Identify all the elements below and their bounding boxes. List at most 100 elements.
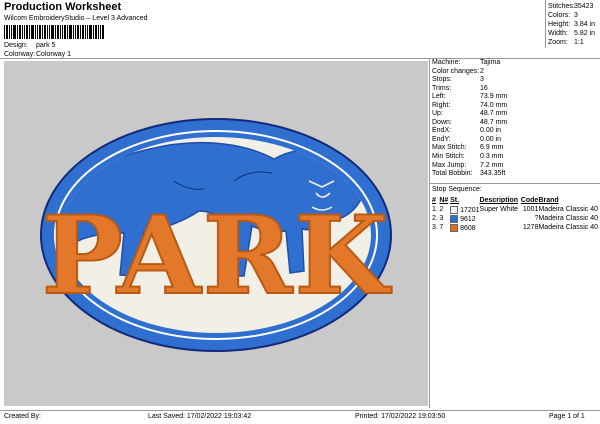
info-value: 73.9 mm — [480, 93, 508, 101]
cell-code: ? — [534, 215, 539, 222]
info-value: 6.9 mm — [480, 144, 504, 152]
summary-value: 1:1 — [574, 39, 584, 46]
info-value: 0.00 in — [480, 135, 502, 143]
stitch-count: 9612 — [460, 215, 476, 223]
software-name: Wilcom EmbroideryStudio – Level 3 Advanc… — [4, 15, 148, 22]
col-header: St. — [450, 197, 460, 204]
info-row: Left: 73.9 mm — [432, 93, 598, 102]
col-header: N# — [439, 197, 449, 204]
table-row: 2. 3 9612 ? Madeira Classic 40 — [432, 214, 598, 223]
col-header: Code — [520, 197, 539, 204]
table-row: 3. 7 8608 1278 Madeira Classic 40 — [432, 223, 598, 232]
summary-label: Height: — [548, 21, 571, 28]
info-row: Down: 48.7 mm — [432, 119, 598, 128]
info-value: 0.3 mm — [480, 153, 504, 161]
summary-row: Height: 3.84 in — [548, 20, 600, 29]
info-value: 2 — [480, 67, 484, 75]
info-value: 0.00 in — [480, 127, 502, 135]
info-row: EndX: 0.00 in — [432, 127, 598, 136]
cell-stitches: 8608 — [450, 223, 479, 232]
summary-value: 3 — [574, 12, 578, 19]
colorway-value: Colorway 1 — [36, 51, 72, 58]
summary-label: Stitches: — [548, 3, 575, 10]
design-label: Design: — [4, 42, 28, 49]
cell-stitches: 17201 — [450, 205, 480, 214]
park-lettering: PARK — [42, 193, 393, 319]
info-value: 7.2 mm — [480, 161, 504, 169]
info-label: Trims: — [432, 84, 452, 92]
info-label: EndY: — [432, 135, 451, 143]
info-label: Max Stitch: — [432, 144, 467, 152]
cell-stitches: 9612 — [450, 214, 479, 223]
info-label: EndX: — [432, 127, 452, 135]
summary-row: Width: 5.82 in — [548, 29, 600, 38]
info-row: EndY: 0.00 in — [432, 136, 598, 145]
info-row: Color changes: 2 — [432, 68, 598, 77]
barcode — [4, 25, 104, 39]
cell-brand: Madeira Classic 40 — [538, 215, 598, 222]
cell-code: 1278 — [522, 224, 539, 231]
summary-value: 3.84 in — [574, 21, 596, 28]
info-row: Max Stitch: 6.9 mm — [432, 144, 598, 153]
info-value: 48.7 mm — [480, 118, 508, 126]
info-row: Right: 74.0 mm — [432, 102, 598, 111]
printed-date: Printed: 17/02/2022 19:03:50 — [355, 413, 446, 420]
summary-row: Colors: 3 — [548, 11, 600, 20]
stitch-count: 17201 — [460, 206, 480, 214]
cell-index: 2. — [432, 215, 438, 222]
design-value: park 5 — [36, 42, 56, 49]
info-label: Machine: — [432, 59, 461, 66]
summary-divider — [545, 0, 546, 48]
cell-needle: 3 — [439, 215, 444, 222]
col-header: Brand — [538, 197, 559, 204]
color-swatch — [450, 214, 459, 223]
last-saved: Last Saved: 17/02/2022 19:03:42 — [148, 413, 252, 420]
info-label: Down: — [432, 118, 452, 126]
summary-label: Zoom: — [548, 39, 568, 46]
info-row: Up: 48.7 mm — [432, 110, 598, 119]
summary-value: 5.82 in — [574, 30, 596, 37]
info-row: Min Stitch: 0.3 mm — [432, 153, 598, 162]
info-row: Total Bobbin: 343.35ft — [432, 170, 598, 179]
cell-code: 1001 — [522, 206, 539, 213]
cell-description — [480, 223, 521, 232]
summary-panel: Stitches: 35423 Colors: 3 Height: 3.84 in W… — [548, 2, 600, 47]
info-value: 48.7 mm — [480, 110, 508, 118]
summary-value: 35423 — [574, 3, 594, 10]
info-row: Max Jump: 7.2 mm — [432, 162, 598, 171]
info-label: Up: — [432, 110, 443, 118]
color-swatch — [450, 205, 459, 214]
info-label: Max Jump: — [432, 161, 467, 169]
info-row: Trims: 16 — [432, 85, 598, 94]
cell-brand: Madeira Classic 40 — [538, 224, 598, 231]
table-header-row: # N# St. Description Code Brand — [432, 196, 598, 205]
created-by: Created By: — [4, 413, 41, 420]
info-label: Stops: — [432, 76, 452, 84]
page-number: Page 1 of 1 — [549, 413, 585, 420]
info-label: Color changes: — [432, 67, 480, 75]
summary-label: Colors: — [548, 12, 571, 19]
cell-brand: Madeira Classic 40 — [538, 206, 598, 213]
info-label: Right: — [432, 101, 451, 109]
design-field: Design: park 5 — [4, 41, 55, 50]
info-value: 343.35ft — [480, 170, 506, 178]
stop-sequence-title: Stop Sequence: — [432, 186, 482, 193]
page-title: Production Worksheet — [4, 1, 122, 13]
table-row: 1. 2 17201 Super White 1001 Madeira Clas… — [432, 205, 598, 214]
color-swatch — [450, 223, 459, 232]
embroidery-design: PARK — [40, 118, 393, 352]
cell-description: Super White — [479, 206, 519, 213]
info-value: Tajima — [480, 59, 501, 66]
col-header: Description — [479, 197, 519, 204]
design-preview: PARK — [4, 61, 428, 406]
cell-index: 1. — [432, 206, 438, 213]
machine-info-panel: Machine: Tajima Color changes: 2 Stops: 3 T… — [432, 59, 598, 179]
summary-label: Width: — [548, 30, 568, 37]
info-label: Left: — [432, 93, 446, 101]
info-label: Min Stitch: — [432, 153, 465, 161]
info-value: 3 — [480, 76, 484, 84]
info-value: 74.0 mm — [480, 101, 508, 109]
info-row: Stops: 3 — [432, 76, 598, 85]
col-header: # — [432, 197, 436, 204]
info-row: Machine: Tajima — [432, 59, 598, 68]
